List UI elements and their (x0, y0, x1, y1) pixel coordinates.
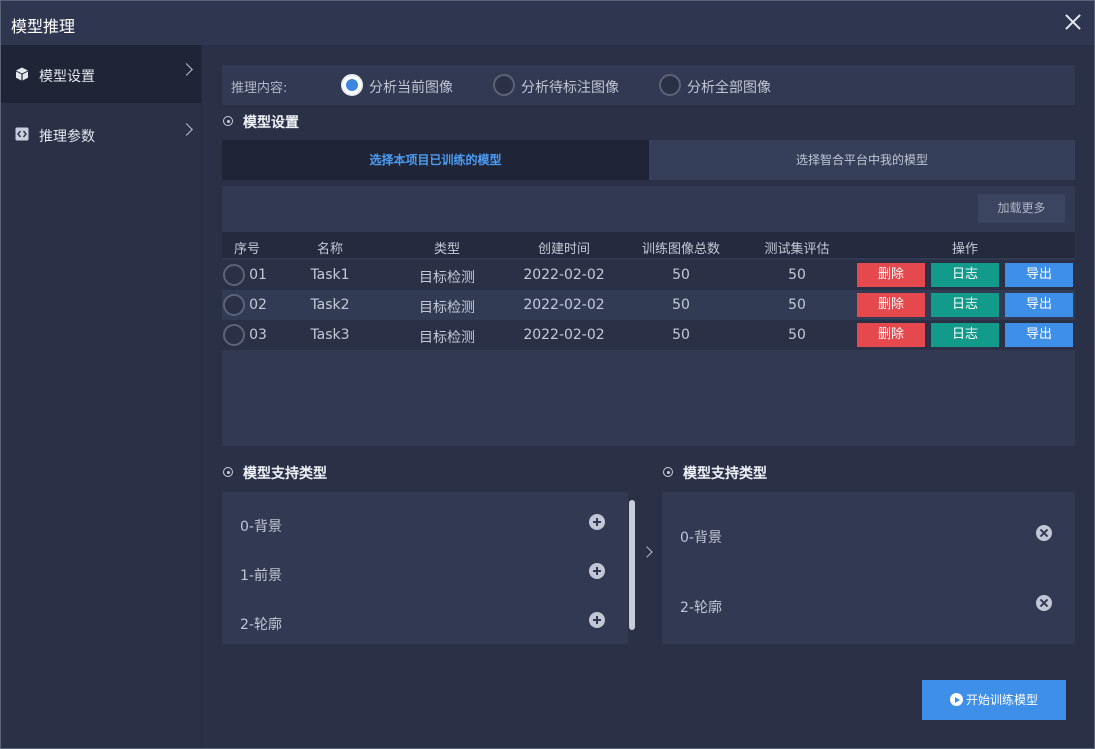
cell-type: 目标检测 (419, 300, 475, 316)
support-types-list-selected: 0-背景 2-轮廓 (662, 492, 1075, 644)
chevron-right-icon (180, 63, 193, 76)
cell-name: Task3 (310, 327, 350, 343)
remove-icon[interactable] (1036, 525, 1052, 541)
radio-circle (341, 74, 363, 96)
section-bullet-icon (223, 467, 233, 477)
sidebar-item-inference-params[interactable]: 推理参数 (1, 105, 201, 163)
section-bullet-icon (223, 116, 233, 126)
table-row: 01 Task1 目标检测 2022-02-02 50 50 删除 日志 导出 (222, 260, 1075, 290)
sidebar-item-model-settings[interactable]: 模型设置 (1, 45, 201, 103)
cell-index: 01 (249, 267, 267, 283)
delete-button[interactable]: 删除 (857, 323, 925, 347)
cell-test-eval: 50 (788, 297, 806, 313)
add-icon[interactable] (589, 612, 605, 628)
cell-train-total: 50 (672, 327, 690, 343)
table-header: 序号 名称 类型 创建时间 训练图像总数 测试集评估 操作 (222, 232, 1075, 258)
column-header: 创建时间 (537, 242, 591, 257)
section-title: 模型设置 (243, 115, 299, 131)
log-button[interactable]: 日志 (931, 263, 999, 287)
list-item: 2-轮廓 (680, 600, 722, 616)
radio-circle (493, 74, 515, 96)
column-header: 类型 (433, 242, 461, 257)
title-bar: 模型推理 (1, 1, 1094, 45)
row-select-radio[interactable] (223, 264, 245, 286)
row-select-radio[interactable] (223, 324, 245, 346)
column-header: 操作 (951, 242, 979, 257)
cube-icon (16, 67, 28, 81)
section-title: 模型支持类型 (243, 466, 327, 482)
load-more-button[interactable]: 加载更多 (978, 194, 1065, 223)
cell-name: Task1 (310, 267, 350, 283)
cell-type: 目标检测 (419, 330, 475, 346)
start-training-label: 开始训练模型 (965, 693, 1038, 707)
cell-created: 2022-02-02 (523, 327, 605, 343)
log-button[interactable]: 日志 (931, 293, 999, 317)
sidebar-item-label: 推理参数 (39, 129, 95, 145)
start-training-button[interactable]: 开始训练模型 (922, 680, 1066, 720)
code-icon (15, 127, 29, 141)
add-icon[interactable] (589, 514, 605, 530)
model-table-panel: 加载更多 序号 名称 类型 创建时间 训练图像总数 测试集评估 操作 01 Ta… (222, 186, 1075, 446)
list-scrollbar[interactable] (629, 500, 635, 630)
cell-type: 目标检测 (419, 270, 475, 286)
radio-label: 分析全部图像 (687, 80, 771, 96)
cell-test-eval: 50 (788, 327, 806, 343)
table-row: 03 Task3 目标检测 2022-02-02 50 50 删除 日志 导出 (222, 320, 1075, 350)
cell-test-eval: 50 (788, 267, 806, 283)
model-inference-window: 模型推理 模型设置 推理参数 推理内容: 分析当前图像 分析待标注图像 分析全部… (0, 0, 1095, 749)
cell-name: Task2 (310, 297, 350, 313)
list-item: 0-背景 (240, 519, 282, 535)
section-title: 模型支持类型 (683, 466, 767, 482)
play-icon (949, 693, 963, 706)
model-source-tabs: 选择本项目已训练的模型 选择智合平台中我的模型 (222, 140, 1075, 180)
list-item: 1-前景 (240, 568, 282, 584)
export-button[interactable]: 导出 (1005, 293, 1073, 317)
row-select-radio[interactable] (223, 294, 245, 316)
column-header: 序号 (233, 242, 261, 257)
sidebar: 模型设置 推理参数 (1, 45, 202, 748)
cell-train-total: 50 (672, 297, 690, 313)
cell-created: 2022-02-02 (523, 267, 605, 283)
sidebar-item-label: 模型设置 (39, 69, 95, 85)
radio-circle (659, 74, 681, 96)
list-item: 0-背景 (680, 530, 722, 546)
delete-button[interactable]: 删除 (857, 293, 925, 317)
inference-content-bar: 推理内容: 分析当前图像 分析待标注图像 分析全部图像 (222, 65, 1075, 105)
chevron-right-icon[interactable] (641, 546, 653, 558)
list-item: 2-轮廓 (240, 617, 282, 633)
inference-content-label: 推理内容: (231, 81, 288, 96)
table-row: 02 Task2 目标检测 2022-02-02 50 50 删除 日志 导出 (222, 290, 1075, 320)
support-types-list-available: 0-背景 1-前景 2-轮廓 (222, 492, 628, 644)
cell-index: 03 (249, 327, 267, 343)
column-header: 训练图像总数 (641, 242, 721, 257)
section-bullet-icon (663, 467, 673, 477)
remove-icon[interactable] (1036, 595, 1052, 611)
delete-button[interactable]: 删除 (857, 263, 925, 287)
cell-created: 2022-02-02 (523, 297, 605, 313)
column-header: 名称 (316, 242, 344, 257)
tab-platform-models[interactable]: 选择智合平台中我的模型 (649, 140, 1075, 180)
export-button[interactable]: 导出 (1005, 323, 1073, 347)
window-title: 模型推理 (11, 17, 76, 36)
chevron-right-icon (180, 123, 193, 136)
tab-project-models[interactable]: 选择本项目已训练的模型 (222, 140, 649, 180)
cell-train-total: 50 (672, 267, 690, 283)
cell-index: 02 (249, 297, 267, 313)
log-button[interactable]: 日志 (931, 323, 999, 347)
close-icon[interactable] (1062, 11, 1084, 33)
radio-label: 分析待标注图像 (521, 80, 619, 96)
export-button[interactable]: 导出 (1005, 263, 1073, 287)
add-icon[interactable] (589, 563, 605, 579)
radio-label: 分析当前图像 (369, 80, 453, 96)
column-header: 测试集评估 (764, 242, 830, 257)
main-content: 推理内容: 分析当前图像 分析待标注图像 分析全部图像 模型设置 选择本项目已训… (202, 45, 1094, 748)
